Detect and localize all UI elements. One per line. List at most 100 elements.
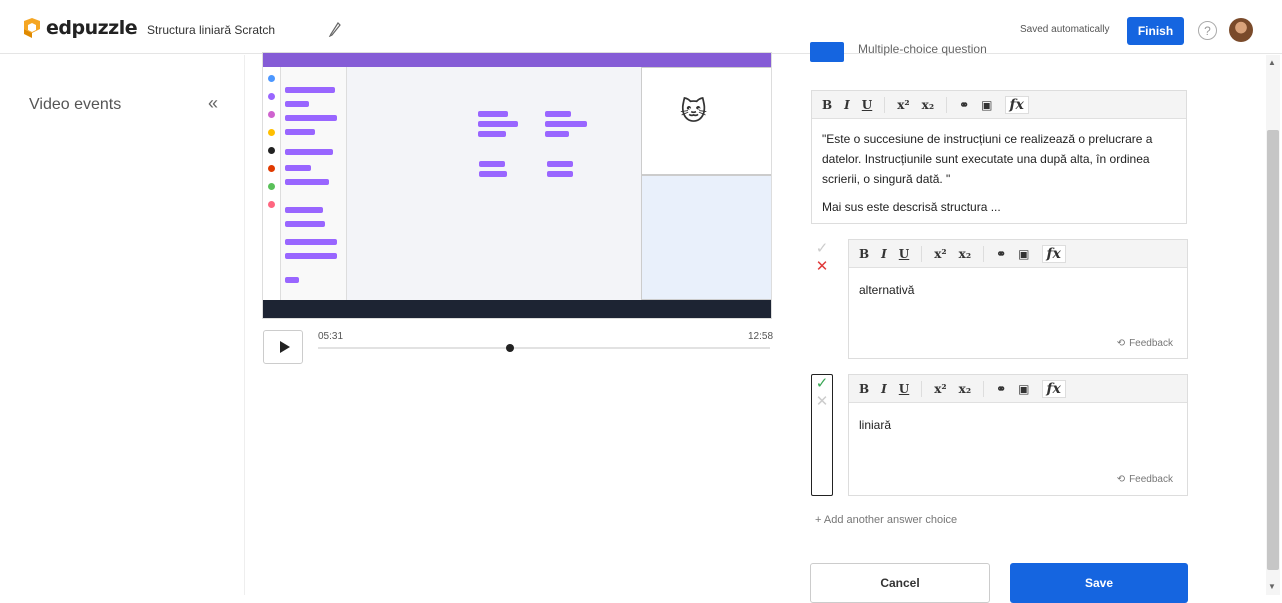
- total-time: 12:58: [748, 331, 774, 342]
- code-block: [285, 165, 311, 171]
- project-title[interactable]: Structura liniară Scratch: [147, 23, 275, 37]
- italic-button[interactable]: I: [881, 247, 887, 261]
- scroll-up-icon[interactable]: ▲: [1268, 58, 1276, 67]
- toolbar-divider: [921, 380, 923, 397]
- formula-button[interactable]: fx: [1041, 379, 1066, 398]
- prompt-text[interactable]: "Este o succesiune de instrucțiuni ce re…: [822, 129, 1152, 217]
- code-block: [285, 207, 323, 213]
- question-type-label: Multiple-choice question: [858, 42, 987, 56]
- prompt-line: scrierii, o singură dată. ": [822, 172, 951, 186]
- bold-button[interactable]: B: [859, 382, 869, 396]
- code-block: [285, 179, 329, 185]
- code-block: [478, 121, 518, 127]
- pencil-edit-icon[interactable]: [328, 21, 342, 37]
- italic-button[interactable]: I: [881, 382, 887, 396]
- saved-status: Saved automatically: [1020, 24, 1110, 35]
- answer-2-feedback[interactable]: ⟲ Feedback: [1117, 474, 1173, 485]
- link-icon[interactable]: ⚭: [996, 247, 1006, 261]
- add-answer-choice-link[interactable]: + Add another answer choice: [815, 514, 957, 526]
- answer-1-text[interactable]: alternativă: [859, 280, 914, 300]
- answer-2-toolbar: B I U x² x₂ ⚭ ▣ fx: [849, 375, 1187, 403]
- answer-1-editor[interactable]: B I U x² x₂ ⚭ ▣ fx alternativă ⟲ Feedbac…: [848, 239, 1188, 359]
- category-dot: [268, 183, 275, 190]
- seek-bar[interactable]: [318, 344, 770, 352]
- answer-1-markers: ✓ ✕: [811, 240, 833, 276]
- prompt-line: Mai sus este descrisă structura ...: [822, 200, 1001, 214]
- edpuzzle-logo[interactable]: edpuzzle: [22, 17, 138, 39]
- code-block: [285, 101, 309, 107]
- finish-button[interactable]: Finish: [1127, 17, 1184, 45]
- category-dot: [268, 111, 275, 118]
- toolbar-divider: [983, 380, 985, 397]
- video-frame[interactable]: [262, 52, 772, 319]
- subscript-button[interactable]: x₂: [959, 247, 971, 261]
- brand-name: edpuzzle: [46, 17, 138, 39]
- superscript-button[interactable]: x²: [897, 98, 909, 112]
- superscript-button[interactable]: x²: [934, 382, 946, 396]
- collapse-sidebar-icon[interactable]: «: [208, 93, 218, 114]
- category-dot: [268, 93, 275, 100]
- code-block: [285, 87, 335, 93]
- code-block: [479, 171, 507, 177]
- code-block: [479, 161, 505, 167]
- scrollbar-thumb[interactable]: [1267, 130, 1279, 570]
- category-dot: [268, 129, 275, 136]
- underline-button[interactable]: U: [899, 382, 909, 396]
- prompt-line: "Este o succesiune de instrucțiuni ce re…: [822, 132, 1153, 146]
- link-icon[interactable]: ⚭: [996, 382, 1006, 396]
- video-scratch-categories: [263, 67, 281, 300]
- answer-2-text[interactable]: liniară: [859, 415, 891, 435]
- image-icon[interactable]: ▣: [981, 98, 992, 112]
- sidebar-divider: [244, 55, 245, 595]
- save-button[interactable]: Save: [1010, 563, 1188, 603]
- help-icon[interactable]: ?: [1198, 21, 1217, 40]
- prompt-line: datelor. Instrucțiunile sunt executate u…: [822, 152, 1150, 166]
- formula-button[interactable]: fx: [1041, 244, 1066, 263]
- code-block: [478, 131, 506, 137]
- seek-handle[interactable]: [506, 344, 515, 352]
- code-block: [285, 221, 325, 227]
- italic-button[interactable]: I: [844, 98, 850, 112]
- bold-button[interactable]: B: [822, 98, 832, 112]
- subscript-button[interactable]: x₂: [959, 382, 971, 396]
- answer-2-editor[interactable]: B I U x² x₂ ⚭ ▣ fx liniară ⟲ Feedback: [848, 374, 1188, 496]
- cancel-button[interactable]: Cancel: [810, 563, 990, 603]
- formula-button[interactable]: fx: [1004, 95, 1029, 114]
- code-block: [285, 115, 337, 121]
- bold-button[interactable]: B: [859, 247, 869, 261]
- question-prompt-editor[interactable]: B I U x² x₂ ⚭ ▣ fx "Este o succesiune de…: [811, 90, 1187, 224]
- image-icon[interactable]: ▣: [1018, 382, 1029, 396]
- video-scratch-menubar: [263, 53, 771, 67]
- mark-wrong-icon[interactable]: ✕: [816, 258, 829, 276]
- mark-correct-icon[interactable]: ✓: [816, 240, 829, 258]
- code-block: [545, 121, 587, 127]
- underline-button[interactable]: U: [862, 98, 872, 112]
- code-block: [547, 171, 573, 177]
- current-time: 05:31: [318, 331, 344, 342]
- code-block: [285, 239, 337, 245]
- code-block: [547, 161, 573, 167]
- image-icon[interactable]: ▣: [1018, 247, 1029, 261]
- mark-correct-icon[interactable]: ✓: [816, 375, 829, 393]
- underline-button[interactable]: U: [899, 247, 909, 261]
- scratch-cat-icon: 🐱: [680, 96, 708, 126]
- code-block: [545, 131, 569, 137]
- answer-1-toolbar: B I U x² x₂ ⚭ ▣ fx: [849, 240, 1187, 268]
- toolbar-divider: [921, 245, 923, 262]
- category-dot: [268, 75, 275, 82]
- toolbar-divider: [983, 245, 985, 262]
- subscript-button[interactable]: x₂: [922, 98, 934, 112]
- link-icon[interactable]: ⚭: [959, 98, 969, 112]
- answer-1-feedback[interactable]: ⟲ Feedback: [1117, 338, 1173, 349]
- superscript-button[interactable]: x²: [934, 247, 946, 261]
- user-avatar[interactable]: [1229, 18, 1253, 42]
- code-block: [285, 277, 299, 283]
- mark-wrong-icon[interactable]: ✕: [816, 393, 829, 411]
- code-block: [545, 111, 571, 117]
- scroll-down-icon[interactable]: ▼: [1268, 582, 1276, 591]
- code-block: [285, 149, 333, 155]
- feedback-label: Feedback: [1129, 338, 1173, 349]
- video-scratch-palette: [281, 67, 347, 300]
- play-button[interactable]: [263, 330, 303, 364]
- category-dot: [268, 201, 275, 208]
